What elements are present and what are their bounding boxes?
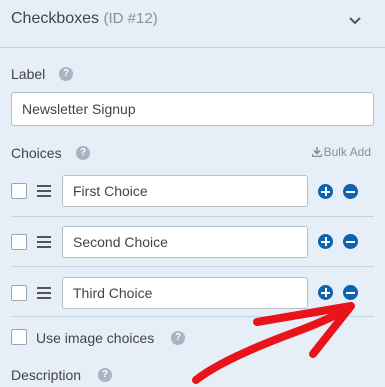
remove-choice-button[interactable] <box>343 234 358 249</box>
field-type-label: Checkboxes <box>11 10 100 27</box>
choice-default-checkbox[interactable] <box>11 183 27 199</box>
help-icon[interactable]: ? <box>76 146 90 160</box>
add-choice-button[interactable] <box>318 184 333 199</box>
choice-label-input[interactable] <box>62 226 308 258</box>
field-options-header[interactable]: Checkboxes (ID #12) <box>0 0 385 48</box>
bulk-add-link[interactable]: Bulk Add <box>311 145 371 159</box>
add-choice-button[interactable] <box>318 285 333 300</box>
field-id-label: (ID #12) <box>103 10 158 27</box>
use-image-choices-label: Use image choices <box>36 330 155 346</box>
choice-label-input[interactable] <box>62 175 308 207</box>
chevron-down-icon[interactable] <box>347 13 363 29</box>
row-divider <box>11 316 374 317</box>
choice-row <box>0 165 385 216</box>
choices-heading: Choices <box>11 145 62 161</box>
label-input[interactable] <box>11 92 374 126</box>
drag-handle-icon[interactable] <box>37 236 51 248</box>
remove-choice-button[interactable] <box>343 285 358 300</box>
choice-label-input[interactable] <box>62 277 308 309</box>
remove-choice-button[interactable] <box>343 184 358 199</box>
download-icon <box>311 147 322 158</box>
label-heading: Label <box>11 66 46 82</box>
drag-handle-icon[interactable] <box>37 287 51 299</box>
help-icon[interactable]: ? <box>59 67 73 81</box>
field-title: Checkboxes (ID #12) <box>11 10 158 28</box>
help-icon[interactable]: ? <box>171 331 185 345</box>
drag-handle-icon[interactable] <box>37 185 51 197</box>
help-icon[interactable]: ? <box>98 368 112 382</box>
description-heading: Description <box>11 367 82 383</box>
choice-default-checkbox[interactable] <box>11 234 27 250</box>
choice-row <box>0 216 385 267</box>
choice-row <box>0 266 385 317</box>
use-image-choices-checkbox[interactable] <box>11 329 27 345</box>
add-choice-button[interactable] <box>318 234 333 249</box>
choice-default-checkbox[interactable] <box>11 285 27 301</box>
bulk-add-label: Bulk Add <box>323 145 371 159</box>
